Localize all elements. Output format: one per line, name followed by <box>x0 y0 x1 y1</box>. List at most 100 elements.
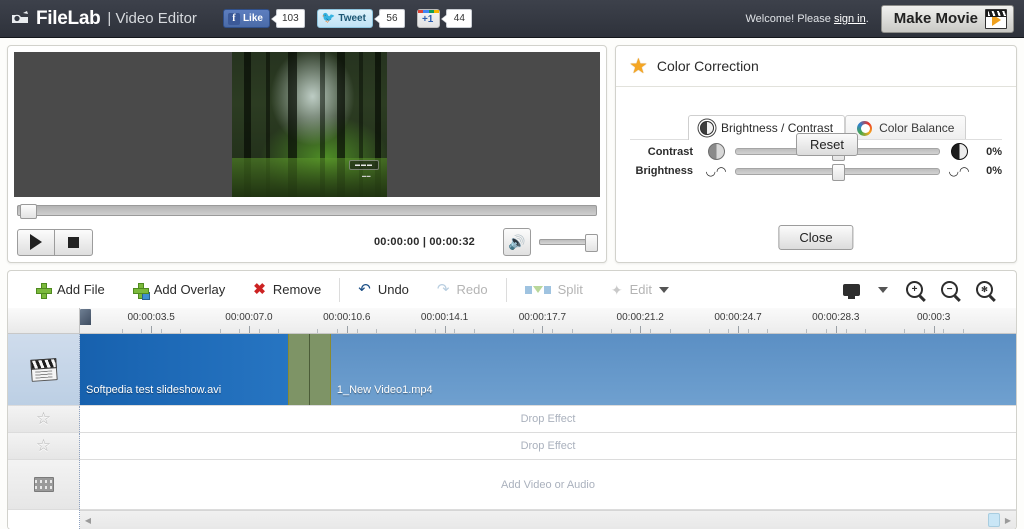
ruler-tick-minor <box>141 329 143 333</box>
media-track-header[interactable] <box>8 460 80 509</box>
ruler-label: 00:00:14.1 <box>420 312 469 323</box>
undo-button[interactable]: ↶ Undo <box>344 276 423 304</box>
zoom-in-button[interactable]: + <box>897 281 932 298</box>
ruler-tick-minor <box>336 329 338 333</box>
media-track-placeholder: Add Video or Audio <box>501 478 595 491</box>
brightness-slider-row: Brightness ◡◠ ◡◠ 0% <box>616 163 1016 181</box>
play-icon <box>30 234 42 250</box>
timeline: 00:00:03.5 00:00:07.0 00:00:10.6 00:00:14.1… <box>7 308 1017 529</box>
twitter-bird-icon: 🐦 <box>321 12 336 24</box>
effect-track-1-body[interactable]: Drop Effect <box>80 406 1016 432</box>
ruler-tick <box>542 326 544 333</box>
redo-arrow-icon: ↷ <box>436 281 450 298</box>
welcome-suffix: . <box>865 12 869 25</box>
close-button[interactable]: Close <box>778 225 854 250</box>
video-track-header[interactable] <box>8 334 80 405</box>
play-button[interactable] <box>17 228 55 256</box>
ruler-label: 00:00:28.3 <box>812 312 860 323</box>
stop-button[interactable] <box>55 228 93 256</box>
make-movie-button[interactable]: Make Movie <box>880 4 1014 33</box>
brightness-slider-handle[interactable] <box>831 163 845 181</box>
ruler-tick-minor <box>180 329 182 333</box>
ruler-tick-minor <box>513 329 515 333</box>
timeline-transition[interactable] <box>287 334 331 405</box>
ruler-tick-minor <box>219 329 221 333</box>
scrollbar-track[interactable]: ◀ ▶ <box>80 510 1016 529</box>
zoom-fit-icon: ✻ <box>976 281 993 298</box>
google-plus-count: 44 <box>446 9 473 28</box>
add-file-button[interactable]: Add File <box>22 276 119 304</box>
effect-track-2: ☆ Drop Effect <box>8 433 1016 460</box>
ruler-tick-minor <box>649 329 651 333</box>
video-preview-panel: ▬▬▬ ▬▬ 00:00:00 | 00:00:32 🔊 <box>7 45 607 263</box>
effect-track-2-header[interactable]: ☆ <box>8 433 80 459</box>
clapperboard-play-icon <box>985 8 1007 29</box>
zoom-in-icon: + <box>906 281 923 298</box>
filelab-logo-icon <box>10 9 30 29</box>
effect-track-1-header[interactable]: ☆ <box>8 406 80 432</box>
ruler-label: 00:00:17.7 <box>518 312 567 323</box>
ruler-tick-minor <box>317 329 319 333</box>
timeline-clip[interactable]: 1_New Video1.mp4 <box>330 334 1016 405</box>
seek-handle[interactable] <box>20 204 37 219</box>
frame-watermark: ▬▬▬ <box>349 160 379 170</box>
ruler-scale[interactable]: 00:00:03.5 00:00:07.0 00:00:10.6 00:00:14.1… <box>80 308 1016 333</box>
scroll-left-arrow-icon[interactable]: ◀ <box>80 516 96 525</box>
toolbar-divider-2 <box>505 277 507 302</box>
ruler-tick-minor <box>923 329 925 333</box>
video-track-body[interactable]: Softpedia test slideshow.avi 1_New Video… <box>80 334 1016 405</box>
facebook-like-button[interactable]: f Like 103 <box>222 9 305 28</box>
ruler-tick <box>640 326 642 333</box>
google-plus-label: +1 <box>421 14 434 25</box>
brightness-slider[interactable] <box>735 163 940 181</box>
zoom-out-button[interactable]: − <box>932 281 967 298</box>
contrast-low-icon <box>701 143 731 160</box>
facebook-like-count: 103 <box>275 9 305 28</box>
ruler-tick-minor <box>356 329 358 333</box>
volume-handle[interactable] <box>585 234 598 252</box>
preview-monitor-button[interactable] <box>834 283 869 299</box>
video-screen[interactable]: ▬▬▬ ▬▬ <box>14 52 600 197</box>
plus-overlay-icon <box>132 282 150 300</box>
contrast-value: 0% <box>986 145 1002 158</box>
zoom-fit-button[interactable]: ✻ <box>967 281 1002 298</box>
remove-label: Remove <box>272 282 322 297</box>
color-wheel-icon <box>857 120 873 136</box>
ruler-tick-minor <box>571 329 573 333</box>
stop-icon <box>68 236 79 248</box>
ruler-label: 00:00:03.5 <box>127 312 175 323</box>
app-header: FileLab | Video Editor f Like 103 🐦 Twee… <box>0 0 1024 38</box>
tab-color-balance[interactable]: Color Balance <box>845 115 967 140</box>
ruler-label: 00:00:24.7 <box>714 312 762 323</box>
scroll-right-arrow-icon[interactable]: ▶ <box>1000 516 1016 525</box>
remove-button[interactable]: ✖ Remove <box>239 276 335 304</box>
ruler-tick-minor <box>904 329 906 333</box>
reset-button[interactable]: Reset <box>796 133 858 156</box>
editor-toolbar: Add File Add Overlay ✖ Remove ↶ Undo ↷ R… <box>7 270 1017 308</box>
mute-button[interactable]: 🔊 <box>503 228 531 256</box>
edit-dropdown-caret-icon[interactable] <box>659 286 669 293</box>
ruler-tick-minor <box>415 329 417 333</box>
ruler-tick <box>444 326 446 333</box>
header-right: Welcome! Please sign in. Make Movie <box>745 4 1014 33</box>
chevron-down-icon <box>878 286 888 293</box>
twitter-tweet-button[interactable]: 🐦 Tweet 56 <box>316 9 405 28</box>
film-strip-icon <box>33 477 54 492</box>
add-overlay-button[interactable]: Add Overlay <box>119 276 240 304</box>
volume-slider[interactable] <box>539 234 598 252</box>
effect-track-2-body[interactable]: Drop Effect <box>80 433 1016 459</box>
color-correction-body: Brightness / Contrast Color Balance Cont… <box>616 87 1016 262</box>
ruler-tick-minor <box>473 329 475 333</box>
scrollbar-thumb[interactable] <box>988 513 1000 527</box>
media-track-body[interactable]: Add Video or Audio <box>80 460 1016 509</box>
seek-bar[interactable] <box>17 204 597 219</box>
sign-in-link[interactable]: sign in <box>834 13 866 25</box>
redo-label: Redo <box>456 282 488 297</box>
preview-dropdown-button[interactable] <box>869 286 897 293</box>
playhead[interactable] <box>80 309 91 325</box>
plus-green-icon <box>36 282 52 299</box>
ruler-tick-minor <box>376 329 378 333</box>
frame-watermark-sub: ▬▬ <box>362 173 371 178</box>
google-plus-button[interactable]: +1 44 <box>416 9 473 28</box>
ruler-tick-minor <box>258 329 260 333</box>
